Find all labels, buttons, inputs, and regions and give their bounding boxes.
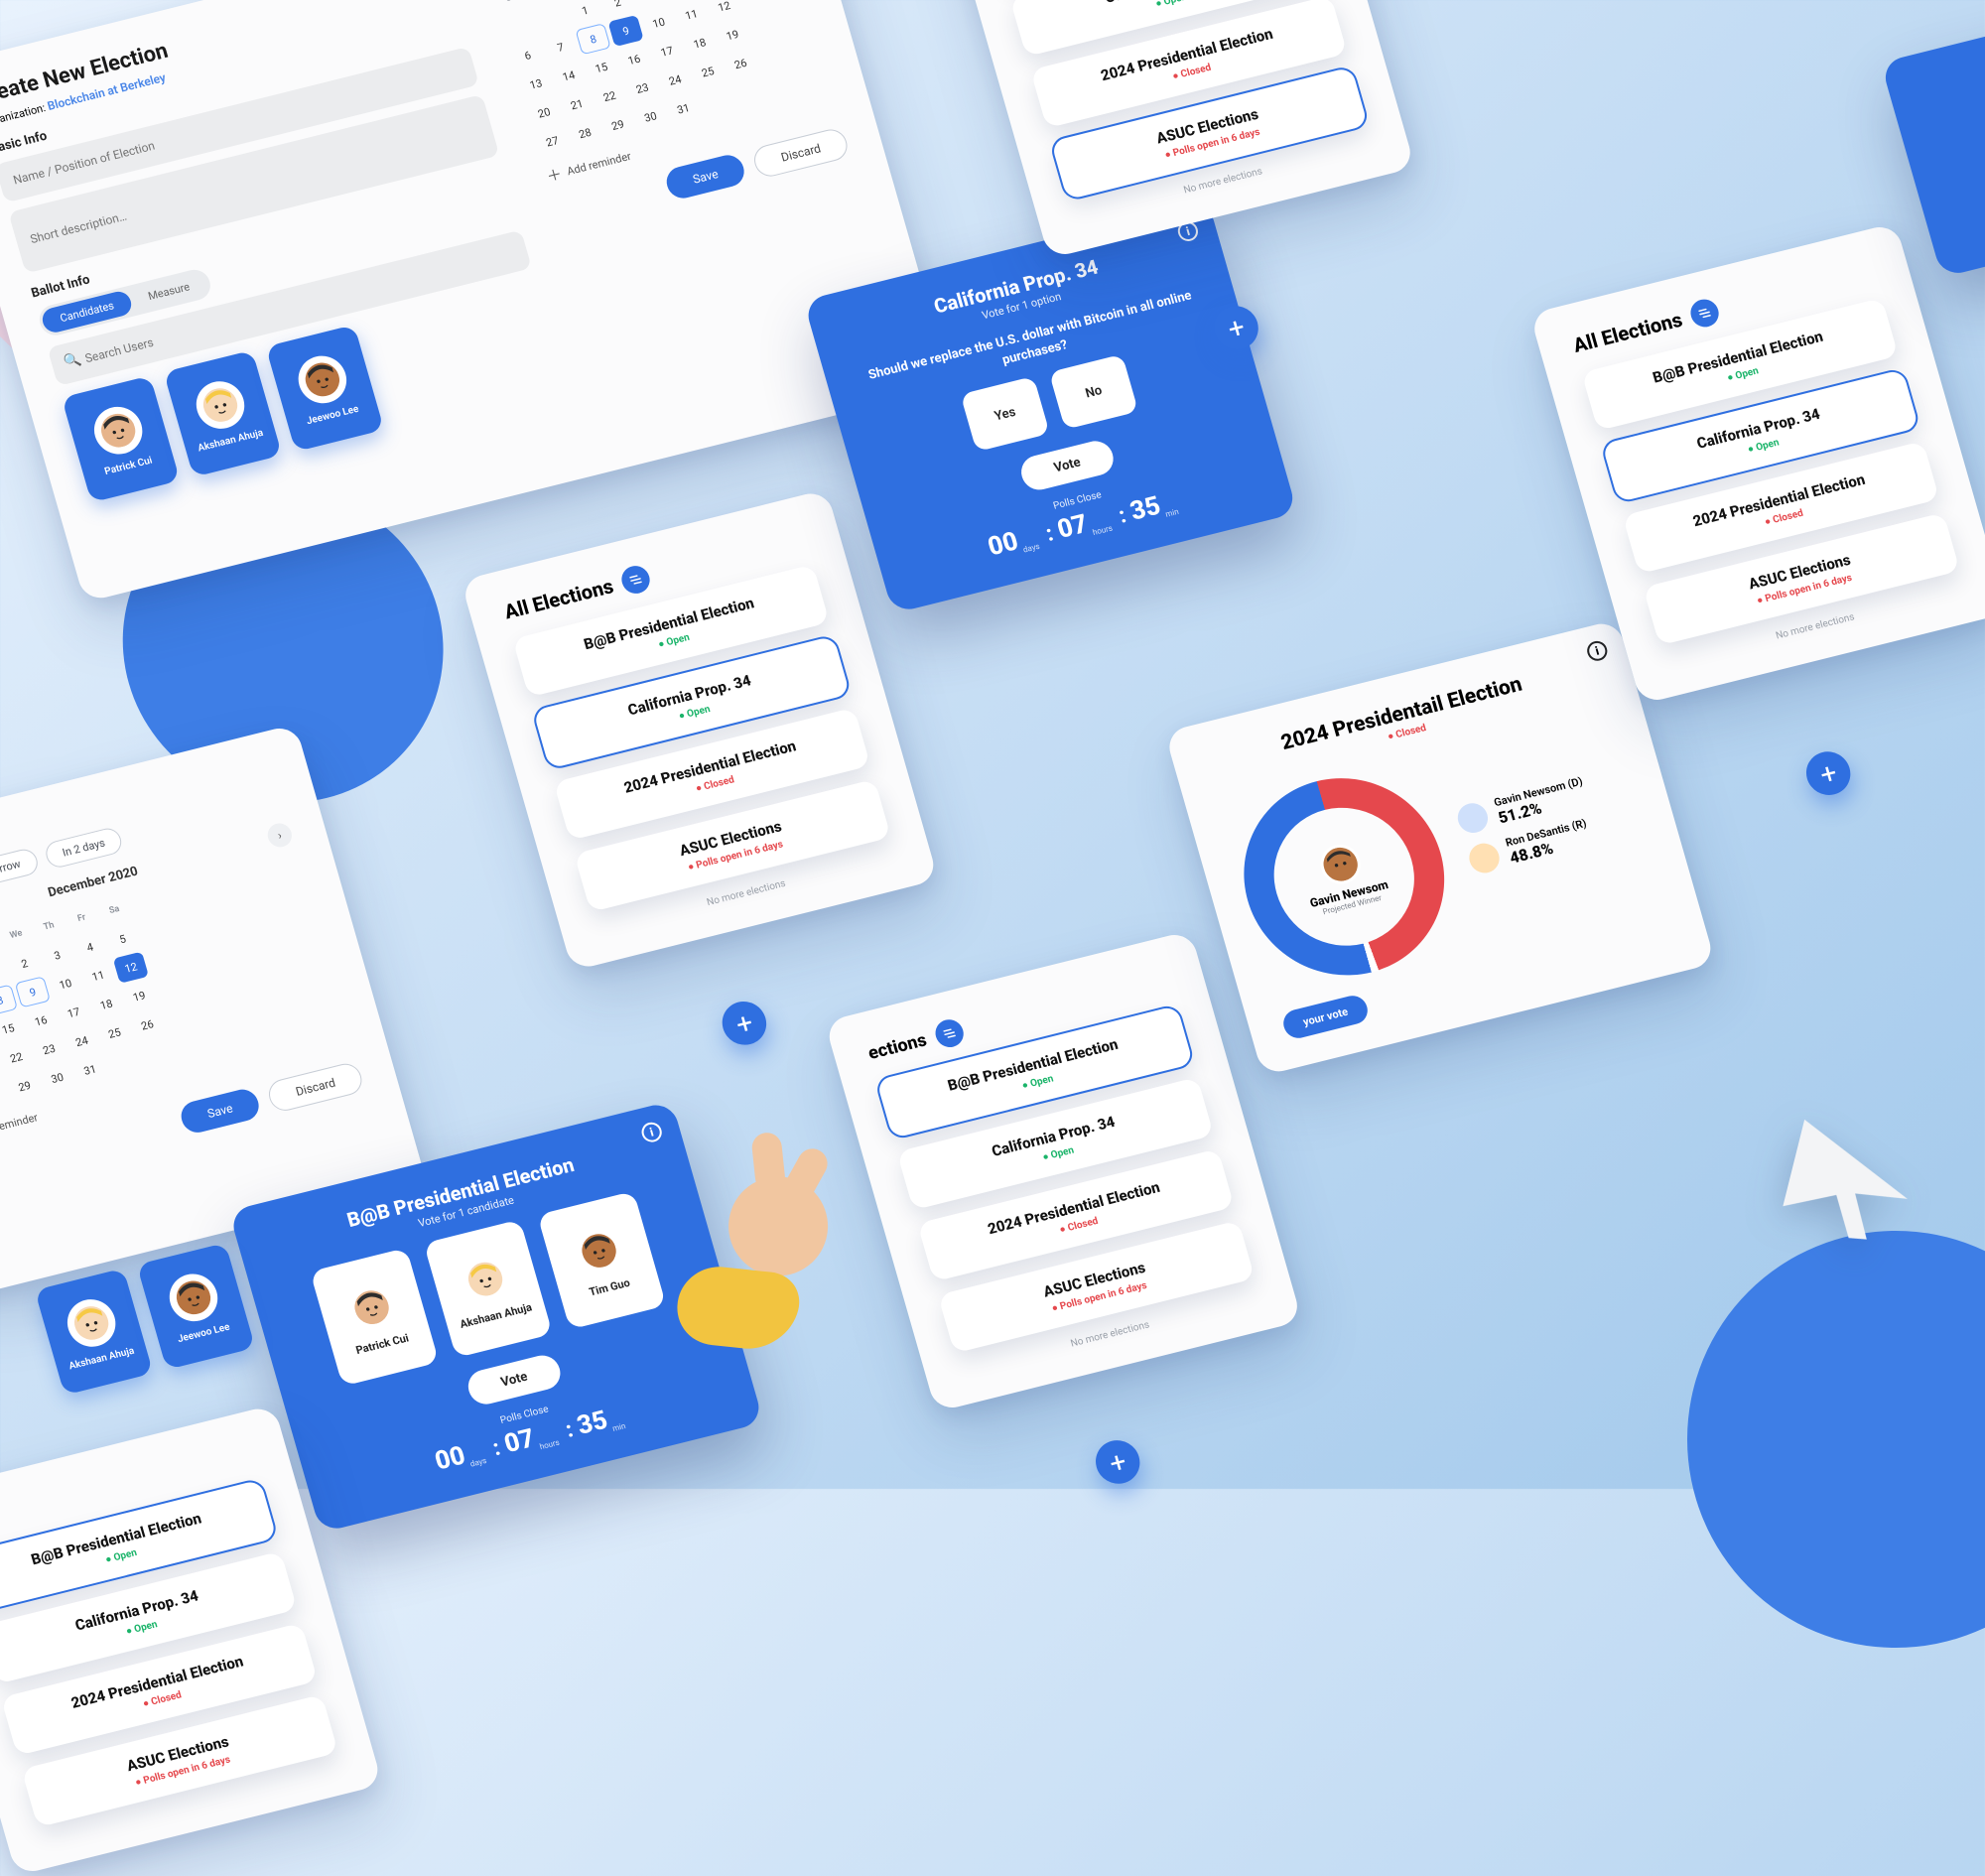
- cal-day[interactable]: 26: [129, 1008, 165, 1040]
- add-election-fab[interactable]: +: [1801, 747, 1856, 800]
- all-elections-panel-tr: All Elections B@B Presidential Election …: [937, 0, 1415, 259]
- cal-day[interactable]: 19: [715, 19, 750, 51]
- calendar-widget: ‹ December 2020 › SuMoTuWeThFrSa12345678…: [484, 0, 851, 229]
- all-elections-panel-bc: ections B@B Presidential Election Open C…: [825, 930, 1303, 1411]
- candidate-card[interactable]: Akshaan Ahuja: [35, 1269, 154, 1396]
- cal-day[interactable]: 29: [7, 1070, 43, 1102]
- cal-day[interactable]: 13: [518, 67, 554, 99]
- cal-day[interactable]: 8: [575, 23, 610, 55]
- cal2-next[interactable]: ›: [265, 821, 295, 850]
- cal-day[interactable]: 12: [706, 0, 741, 22]
- cal-day[interactable]: 31: [72, 1054, 108, 1086]
- cal-day[interactable]: 27: [534, 125, 570, 157]
- save-button[interactable]: Save: [663, 152, 748, 201]
- org-label: Organization:: [0, 101, 47, 129]
- cal-day[interactable]: 10: [48, 968, 83, 1000]
- cal-day[interactable]: 9: [607, 15, 643, 47]
- cal-day[interactable]: 5: [104, 923, 140, 955]
- cal-day[interactable]: 18: [88, 989, 124, 1020]
- cal-day[interactable]: 20: [526, 96, 562, 128]
- cal-day[interactable]: 10: [640, 7, 676, 39]
- quick-2days[interactable]: In 2 days: [43, 826, 125, 871]
- candidate-card[interactable]: Akshaan Ahuja: [164, 350, 283, 477]
- cal-day[interactable]: 25: [690, 56, 726, 87]
- cal-day[interactable]: 30: [40, 1062, 75, 1094]
- cal-day[interactable]: 26: [723, 48, 758, 79]
- cal-day[interactable]: 4: [71, 931, 107, 963]
- filter-icon[interactable]: [932, 1016, 967, 1050]
- cal-day[interactable]: 24: [64, 1025, 99, 1057]
- cal-day[interactable]: 30: [632, 100, 668, 132]
- add-election-fab[interactable]: +: [718, 997, 772, 1049]
- cal-day[interactable]: 15: [584, 52, 619, 83]
- vote-button[interactable]: Vote: [1016, 438, 1118, 494]
- cal-day[interactable]: 16: [23, 1005, 59, 1036]
- cal-day[interactable]: 11: [80, 960, 116, 992]
- candidate-card[interactable]: Jeewoo Lee: [137, 1243, 256, 1370]
- cal-day[interactable]: 19: [121, 980, 157, 1011]
- cal-day[interactable]: 17: [649, 36, 685, 67]
- candidate-card[interactable]: Tim Guo: [537, 1191, 666, 1330]
- cal-day[interactable]: 22: [0, 1041, 35, 1073]
- option-yes[interactable]: Yes: [961, 376, 1050, 452]
- cal-day[interactable]: 16: [616, 44, 652, 75]
- cal-day[interactable]: 21: [559, 88, 595, 120]
- cal-day[interactable]: 9: [15, 976, 51, 1007]
- cal-day[interactable]: 31: [665, 92, 701, 124]
- filter-icon[interactable]: [618, 563, 653, 597]
- cal-day[interactable]: 29: [599, 109, 635, 141]
- cal-day[interactable]: 17: [56, 997, 91, 1028]
- option-no[interactable]: No: [1049, 354, 1138, 430]
- filter-icon[interactable]: [1687, 297, 1722, 331]
- candidate-card[interactable]: Patrick Cui: [310, 1248, 439, 1387]
- vote-button[interactable]: Vote: [463, 1352, 565, 1408]
- cal-day[interactable]: 25: [96, 1017, 132, 1049]
- cal-day[interactable]: 14: [551, 60, 587, 91]
- results-donut-chart: Gavin Newsom Projected Winner: [1221, 757, 1468, 997]
- cal-day[interactable]: 3: [39, 939, 74, 971]
- all-elections-panel: All Elections B@B Presidential Election …: [461, 489, 939, 971]
- babr-title: B@B Preside: [1917, 8, 1985, 103]
- cal-day[interactable]: 6: [509, 40, 545, 71]
- countdown-timer: 00days: 07hours: 35min: [334, 1376, 728, 1501]
- cal-day[interactable]: 28: [567, 117, 602, 149]
- cal-day[interactable]: 12: [113, 952, 149, 984]
- cal-day[interactable]: 23: [31, 1033, 66, 1065]
- results-panel: i 2024 Presidentail Election ● Closed Ga…: [1164, 619, 1715, 1076]
- cal-day[interactable]: 8: [0, 984, 18, 1015]
- discard-button[interactable]: Discard: [751, 126, 852, 180]
- cal-day[interactable]: 1: [567, 0, 602, 27]
- candidate-card[interactable]: Akshaan Ahuja: [424, 1219, 553, 1358]
- save-button-2[interactable]: Save: [178, 1086, 263, 1136]
- cal-day[interactable]: 2: [6, 947, 42, 979]
- discard-button-2[interactable]: Discard: [266, 1060, 366, 1114]
- cal-day[interactable]: 18: [682, 27, 718, 59]
- filter-icon[interactable]: [0, 1503, 1, 1537]
- cal-day[interactable]: 24: [657, 64, 693, 95]
- cal-day[interactable]: 7: [542, 31, 578, 63]
- add-election-fab[interactable]: +: [1091, 1435, 1145, 1488]
- candidate-card[interactable]: Jeewoo Lee: [266, 325, 385, 452]
- cal-day[interactable]: 23: [624, 72, 660, 104]
- cal-day[interactable]: 15: [0, 1012, 26, 1044]
- cal-day[interactable]: 11: [673, 0, 709, 31]
- candidate-card[interactable]: Patrick Cui: [62, 375, 181, 502]
- cal-day[interactable]: 22: [592, 80, 627, 112]
